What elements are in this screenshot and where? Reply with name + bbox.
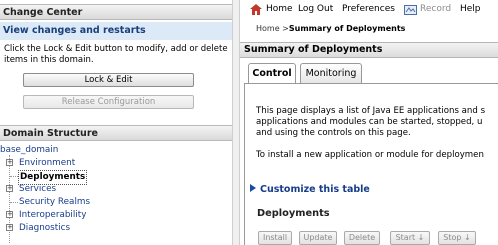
tree-item-label[interactable]: Services	[19, 183, 56, 196]
lock-edit-button[interactable]: Lock & Edit	[23, 73, 194, 87]
tab-control[interactable]: Control	[248, 63, 296, 83]
tree-root[interactable]: base_domain	[0, 144, 232, 157]
tree-item-security-realms[interactable]: Security Realms	[0, 196, 232, 209]
breadcrumb: Home >Summary of Deployments	[256, 24, 405, 33]
tree-connector	[10, 176, 18, 177]
customize-table-link[interactable]: Customize this table	[250, 184, 370, 195]
expand-icon[interactable]: +	[6, 211, 13, 218]
change-center-title: Change Center	[0, 4, 232, 20]
expand-icon[interactable]: +	[6, 159, 13, 166]
left-panel: Change Center View changes and restarts …	[0, 0, 232, 245]
tab-bar: Control Monitoring	[240, 63, 498, 83]
breadcrumb-current: Summary of Deployments	[288, 24, 406, 33]
tree-item-diagnostics[interactable]: + Diagnostics	[0, 222, 232, 235]
description-line: and using the controls on this page.	[256, 128, 411, 138]
tree-item-label[interactable]: Environment	[19, 157, 75, 170]
expand-icon[interactable]: +	[6, 224, 13, 231]
record-link[interactable]: Record	[420, 0, 451, 19]
install-instructions: To install a new application or module f…	[256, 150, 484, 160]
view-changes-link[interactable]: View changes and restarts	[0, 22, 232, 40]
tree-item-services[interactable]: + Services	[0, 183, 232, 196]
stop-dropdown-button[interactable]: Stop ↓	[438, 231, 476, 245]
tree-item-environment[interactable]: + Environment	[0, 157, 232, 170]
deployments-table-title: Deployments	[257, 208, 330, 219]
domain-tree: base_domain + Environment Deployments + …	[0, 144, 232, 235]
customize-table-label[interactable]: Customize this table	[260, 184, 370, 195]
tree-connector	[10, 202, 18, 203]
help-link[interactable]: Help	[460, 0, 481, 19]
install-button[interactable]: Install	[258, 231, 292, 245]
record-icon[interactable]	[404, 5, 417, 15]
update-button[interactable]: Update	[299, 231, 337, 245]
home-link[interactable]: Home	[266, 0, 293, 19]
tree-item-deployments[interactable]: Deployments	[0, 170, 232, 185]
domain-structure-title: Domain Structure	[0, 125, 232, 141]
tree-item-interoperability[interactable]: + Interoperability	[0, 209, 232, 222]
expand-triangle-icon	[250, 184, 256, 192]
tree-item-label[interactable]: Diagnostics	[19, 222, 70, 235]
panel-divider[interactable]	[232, 0, 240, 245]
start-dropdown-button[interactable]: Start ↓	[390, 231, 430, 245]
delete-button[interactable]: Delete	[344, 231, 380, 245]
preferences-link[interactable]: Preferences	[342, 0, 395, 19]
change-center-description: Click the Lock & Edit button to modify, …	[4, 44, 228, 65]
tree-item-label[interactable]: Interoperability	[19, 209, 86, 222]
page-description: This page displays a list of Java EE app…	[256, 106, 496, 139]
tree-root-label[interactable]: base_domain	[0, 144, 58, 157]
tree-item-label[interactable]: Security Realms	[19, 196, 90, 209]
logout-link[interactable]: Log Out	[298, 0, 333, 19]
breadcrumb-home[interactable]: Home	[256, 24, 280, 33]
expand-icon[interactable]: +	[6, 185, 13, 192]
release-configuration-button[interactable]: Release Configuration	[23, 95, 194, 109]
breadcrumb-separator: >	[282, 24, 289, 33]
top-toolbar: Home Log Out Preferences Record Help	[240, 0, 498, 19]
home-icon[interactable]	[250, 4, 262, 15]
right-panel: Home Log Out Preferences Record Help Hom…	[240, 0, 498, 245]
tab-monitoring[interactable]: Monitoring	[300, 63, 362, 83]
description-line: applications and modules can be started,…	[256, 117, 483, 127]
description-line: This page displays a list of Java EE app…	[256, 106, 486, 116]
page-title: Summary of Deployments	[240, 42, 498, 58]
